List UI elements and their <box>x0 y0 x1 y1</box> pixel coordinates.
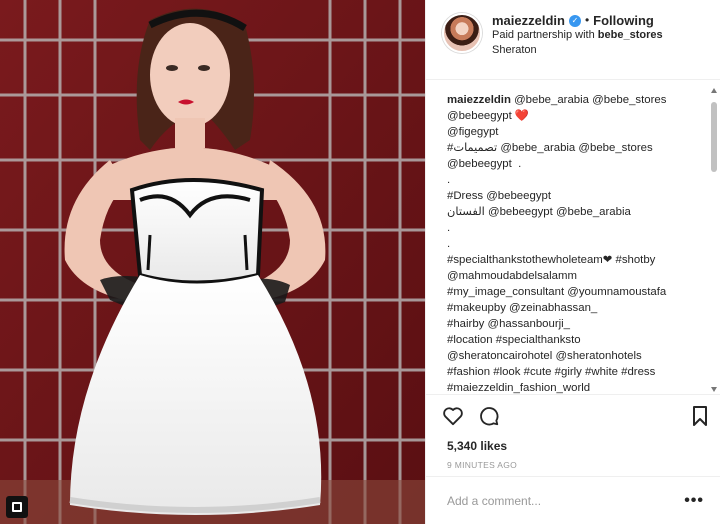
comment-bar: ••• <box>426 476 720 524</box>
header-info: maiezzeldin ✓ • Following Paid partnersh… <box>492 13 663 58</box>
caption-author[interactable]: maiezzeldin <box>447 94 511 106</box>
tagged-users-icon[interactable] <box>6 496 28 518</box>
comment-icon[interactable] <box>478 405 500 427</box>
scroll-thumb[interactable] <box>711 102 717 172</box>
post-sidebar: maiezzeldin ✓ • Following Paid partnersh… <box>425 0 720 524</box>
instagram-post: maiezzeldin ✓ • Following Paid partnersh… <box>0 0 720 524</box>
avatar[interactable] <box>442 13 482 53</box>
caption-scrollbar[interactable] <box>710 88 718 392</box>
paid-partnership-label: Paid partnership with bebe_stores <box>492 28 663 43</box>
caption-text: maiezzeldin @bebe_arabia @bebe_stores @b… <box>447 92 698 394</box>
post-header: maiezzeldin ✓ • Following Paid partnersh… <box>426 0 720 80</box>
caption-area[interactable]: maiezzeldin @bebe_arabia @bebe_stores @b… <box>426 80 720 394</box>
post-photo[interactable] <box>0 0 425 524</box>
partnership-prefix: Paid partnership with <box>492 29 598 41</box>
comment-input[interactable] <box>447 493 685 508</box>
likes-count[interactable]: 5,340 likes <box>426 436 720 456</box>
caption-body: @bebe_arabia @bebe_stores @bebeegypt ❤️ … <box>447 94 667 394</box>
scroll-up-arrow-icon[interactable] <box>711 88 717 93</box>
bookmark-icon[interactable] <box>692 405 708 426</box>
more-options-icon[interactable]: ••• <box>684 492 704 510</box>
post-timestamp[interactable]: 9 MINUTES AGO <box>426 456 720 474</box>
location-link[interactable]: Sheraton <box>492 43 663 58</box>
photo-illustration <box>0 0 425 524</box>
action-bar <box>426 394 720 436</box>
following-button[interactable]: Following <box>593 13 654 28</box>
partner-link[interactable]: bebe_stores <box>598 29 663 41</box>
scroll-down-arrow-icon[interactable] <box>711 387 717 392</box>
heart-icon[interactable] <box>442 406 464 426</box>
username-link[interactable]: maiezzeldin <box>492 13 565 28</box>
header-separator: • <box>584 13 590 27</box>
verified-badge-icon: ✓ <box>568 14 581 27</box>
